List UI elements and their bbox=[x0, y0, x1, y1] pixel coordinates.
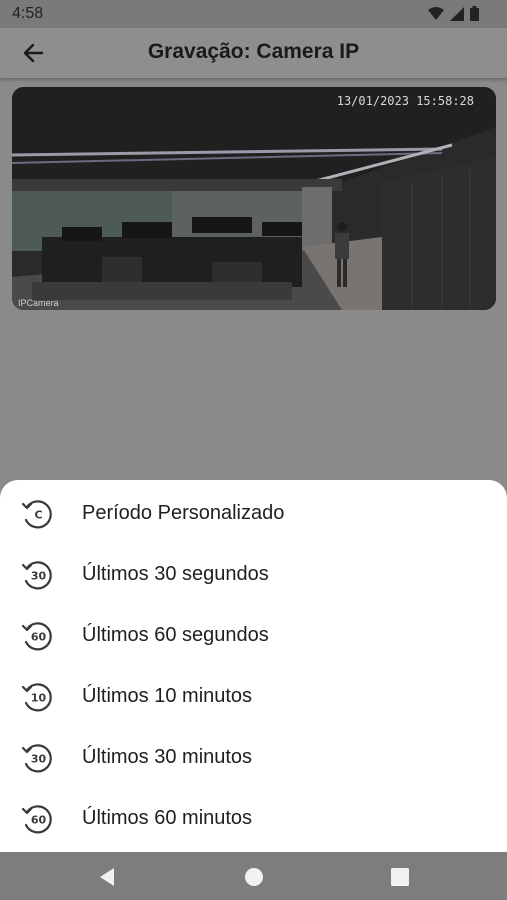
status-icons bbox=[428, 6, 479, 21]
app-bar: Gravação: Camera IP bbox=[0, 28, 507, 78]
replay-60-icon: 60 bbox=[21, 805, 52, 834]
nav-recents-button[interactable] bbox=[389, 866, 411, 888]
option-label: Últimos 10 minutos bbox=[82, 685, 253, 707]
wifi-icon bbox=[428, 6, 444, 20]
option-custom-period[interactable]: C Período Personalizado bbox=[0, 486, 507, 542]
system-nav-bar bbox=[0, 852, 507, 900]
video-timestamp: 13/01/2023 15:58:28 bbox=[336, 94, 474, 108]
option-badge: 60 bbox=[31, 814, 47, 827]
nav-home-button[interactable] bbox=[243, 866, 265, 888]
option-label: Últimos 30 minutos bbox=[82, 746, 253, 768]
battery-icon bbox=[470, 6, 479, 21]
home-circle-icon bbox=[245, 868, 263, 886]
status-bar: 4:58 bbox=[0, 0, 507, 28]
custom-period-icon: C bbox=[21, 500, 52, 529]
option-label: Últimos 60 minutos bbox=[82, 807, 253, 829]
option-last-60-seconds[interactable]: 60 Últimos 60 segundos bbox=[0, 608, 507, 664]
signal-icon bbox=[450, 6, 464, 21]
option-badge: 10 bbox=[31, 692, 47, 705]
option-badge: C bbox=[34, 509, 42, 522]
recording-period-sheet: C Período Personalizado 30 Últimos 30 se… bbox=[0, 480, 507, 852]
replay-60-icon: 60 bbox=[21, 622, 52, 651]
recents-square-icon bbox=[391, 868, 409, 886]
replay-10-icon: 10 bbox=[21, 683, 52, 712]
option-label: Últimos 30 segundos bbox=[82, 563, 269, 585]
status-time: 4:58 bbox=[12, 5, 44, 22]
option-label: Últimos 60 segundos bbox=[82, 624, 269, 646]
option-label: Período Personalizado bbox=[82, 502, 285, 524]
page-title: Gravação: Camera IP bbox=[147, 40, 360, 63]
back-triangle-icon bbox=[100, 868, 114, 886]
option-badge: 30 bbox=[31, 753, 47, 766]
replay-30-icon: 30 bbox=[21, 561, 52, 590]
option-last-30-minutes[interactable]: 30 Últimos 30 minutos bbox=[0, 730, 507, 786]
replay-30-icon: 30 bbox=[21, 744, 52, 773]
option-last-60-minutes[interactable]: 60 Últimos 60 minutos bbox=[0, 791, 507, 847]
option-badge: 60 bbox=[31, 631, 47, 644]
option-last-10-minutes[interactable]: 10 Últimos 10 minutos bbox=[0, 669, 507, 725]
camera-frame-image bbox=[12, 87, 496, 310]
video-osd-label: IPCamera bbox=[18, 298, 59, 308]
camera-video-player[interactable]: 13/01/2023 15:58:28 IPCamera bbox=[12, 87, 496, 310]
option-last-30-seconds[interactable]: 30 Últimos 30 segundos bbox=[0, 547, 507, 603]
option-badge: 30 bbox=[31, 570, 47, 583]
nav-back-button[interactable] bbox=[96, 866, 118, 888]
